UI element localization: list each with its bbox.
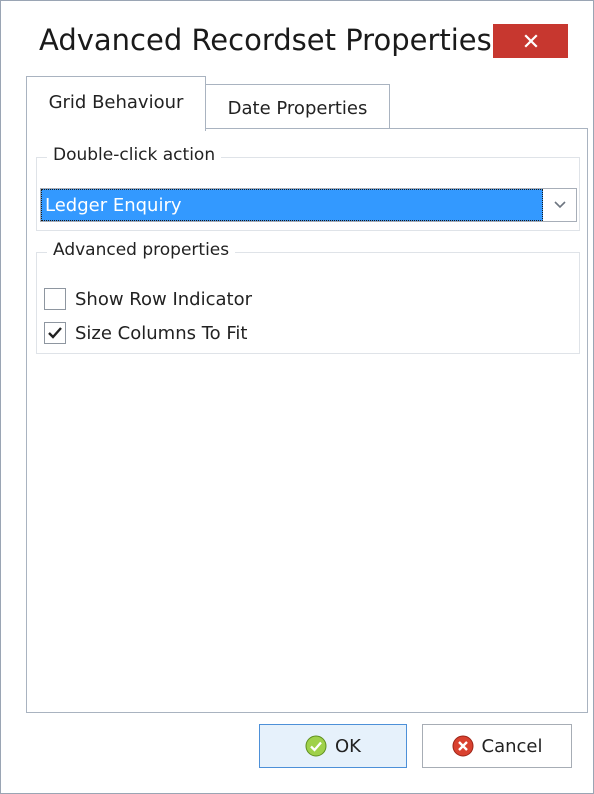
dropdown-button[interactable]: [544, 189, 576, 221]
size-columns-to-fit-option[interactable]: Size Columns To Fit: [44, 320, 247, 346]
show-row-indicator-label: Show Row Indicator: [75, 288, 252, 310]
chevron-down-icon: [554, 201, 566, 209]
check-circle-icon: [305, 735, 327, 757]
double-click-action-group: Double-click action Ledger Enquiry: [36, 145, 580, 231]
advanced-properties-group: Advanced properties Show Row Indicator S…: [36, 240, 580, 354]
tab-panel: Double-click action Ledger Enquiry Advan…: [26, 128, 588, 713]
dialog-title: Advanced Recordset Properties: [39, 23, 492, 57]
size-columns-to-fit-checkbox[interactable]: [44, 322, 66, 344]
checkmark-icon: [48, 327, 62, 339]
dialog-window: Advanced Recordset Properties Grid Behav…: [0, 0, 594, 794]
title-bar: Advanced Recordset Properties: [1, 1, 593, 79]
advanced-properties-label: Advanced properties: [47, 240, 236, 260]
double-click-action-label: Double-click action: [47, 145, 222, 165]
close-button[interactable]: [493, 24, 568, 58]
close-icon: [523, 34, 538, 48]
size-columns-to-fit-label: Size Columns To Fit: [75, 322, 248, 344]
ok-button-label: OK: [335, 735, 361, 757]
double-click-action-combobox[interactable]: Ledger Enquiry: [40, 188, 577, 222]
tab-date-properties-label: Date Properties: [227, 98, 368, 119]
ok-button[interactable]: OK: [259, 724, 407, 768]
tab-date-properties[interactable]: Date Properties: [205, 84, 390, 129]
cancel-button-label: Cancel: [481, 735, 543, 757]
show-row-indicator-checkbox[interactable]: [44, 288, 66, 310]
combobox-selected-value[interactable]: Ledger Enquiry: [41, 189, 543, 221]
cancel-button[interactable]: Cancel: [422, 724, 572, 768]
tab-grid-behaviour[interactable]: Grid Behaviour: [26, 76, 206, 131]
show-row-indicator-option[interactable]: Show Row Indicator: [44, 286, 252, 312]
tab-grid-behaviour-label: Grid Behaviour: [48, 91, 184, 113]
cancel-circle-icon: [452, 735, 473, 757]
